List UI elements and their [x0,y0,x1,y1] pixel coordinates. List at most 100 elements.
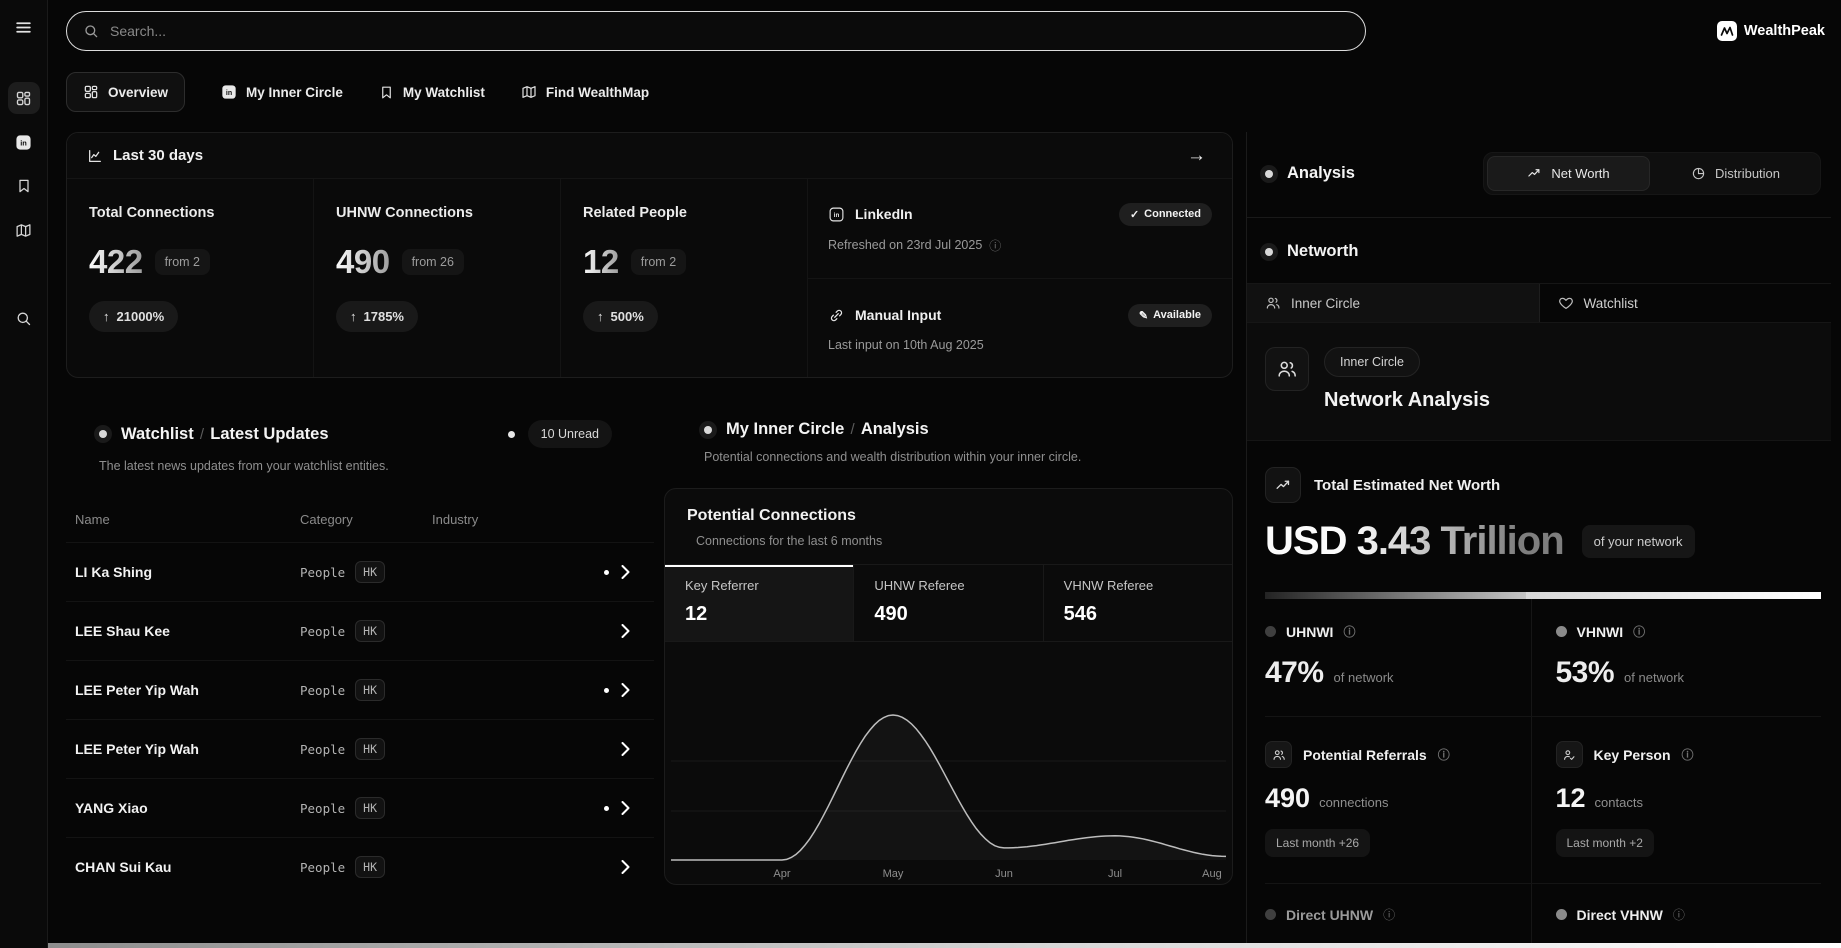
chevron-right-icon[interactable] [621,624,630,638]
info-icon[interactable]: ⓘ [989,237,1001,254]
bottom-edge-strip [48,943,1841,948]
metric-tab-vhnw-referee[interactable]: VHNW Referee 546 [1044,565,1232,641]
scope-badge: Inner Circle [1324,347,1420,377]
stat-change-pill: ↑ 500% [583,301,658,332]
metric-tabs: Key Referrer 12 UHNW Referee 490 VHNW Re… [665,564,1232,642]
search-bar[interactable] [66,11,1366,51]
svg-text:Jul: Jul [1108,868,1122,880]
search-input[interactable] [110,23,1349,39]
info-icon[interactable]: ⓘ [1343,623,1355,640]
linkedin-icon: in [221,84,237,100]
direct-vhnw-cell: Direct VHNW ⓘ [1530,884,1822,945]
potential-connections-card: Potential Connections Connections for th… [664,488,1233,885]
bookmark-icon [379,85,394,100]
stat-change-pill: ↑ 1785% [336,301,418,332]
tab-label: My Inner Circle [246,84,343,100]
direct-vhnw-label: Direct VHNW [1576,906,1663,923]
people-icon [1265,295,1281,311]
table-row[interactable]: LEE Peter Yip Wah People HK [66,660,654,719]
direct-uhnw-cell: Direct UHNW ⓘ [1265,884,1531,945]
info-icon[interactable]: ⓘ [1438,746,1450,763]
bookmark-icon [16,178,32,194]
stat-from-chip: from 26 [401,249,464,275]
menu-icon[interactable] [9,12,39,42]
stat-uhnw-connections: UHNW Connections 490 from 26 ↑ 1785% [314,179,561,377]
sidebar-item-overview[interactable] [7,82,40,114]
info-icon[interactable]: ⓘ [1633,623,1645,640]
uhnwi-dot [1265,626,1276,637]
section-title: Watchlist / Latest Updates [121,424,329,443]
toggle-distribution[interactable]: Distribution [1654,156,1817,191]
stat-change-pill: ↑ 21000% [89,301,179,332]
section-bullet [1265,247,1273,256]
inner-circle-section: My Inner Circle / Analysis Potential con… [664,420,1233,948]
section-bullet [1265,169,1273,178]
scope-tab-watchlist[interactable]: Watchlist [1540,284,1832,322]
edit-icon: ✎ [1138,309,1149,322]
wealth-split-bar [1265,592,1821,599]
chevron-right-icon[interactable] [621,801,630,815]
kpi-delta-badge: Last month +2 [1555,829,1654,857]
sidebar-item-search[interactable] [8,302,40,334]
direct-vhnw-dot [1555,909,1567,920]
check-icon: ✓ [1129,208,1140,221]
scope-tab-inner-circle[interactable]: Inner Circle [1247,284,1540,322]
unread-count-badge: 10 Unread [527,420,612,448]
chevron-right-icon[interactable] [621,742,630,756]
info-icon[interactable]: ⓘ [1673,906,1685,923]
sidebar-item-wealthmap[interactable] [8,214,40,246]
analysis-title: Analysis [1287,164,1355,182]
table-header: Name Category Industry [66,497,654,542]
networth-title: Networth [1287,242,1359,260]
arrow-right-icon[interactable]: → [1187,146,1206,165]
section-subtitle: Potential connections and wealth distrib… [704,450,1082,464]
stat-label: UHNW Connections [336,205,473,221]
tab-overview[interactable]: Overview [66,72,186,112]
tab-my-inner-circle[interactable]: in My Inner Circle [221,84,343,100]
metric-tab-key-referrer[interactable]: Key Referrer 12 [665,565,855,641]
source-linkedin: in LinkedIn ✓ Connected Refreshed on 23rd… [808,179,1232,279]
heart-icon [1558,295,1574,311]
map-icon [15,222,32,239]
kpi-row: Potential Referrals ⓘ 490 connections La… [1265,717,1821,884]
potential-referrals-cell: Potential Referrals ⓘ 490 connections La… [1265,717,1531,883]
stat-related-people: Related People 12 from 2 ↑ 500% [561,179,808,377]
metric-tab-uhnw-referee[interactable]: UHNW Referee 490 [854,565,1044,641]
chevron-right-icon[interactable] [621,860,630,874]
stat-from-chip: from 2 [630,249,687,275]
source-label: LinkedIn [855,206,913,223]
info-icon[interactable]: ⓘ [1682,746,1694,763]
tab-find-wealthmap[interactable]: Find WealthMap [521,84,649,100]
toggle-net-worth[interactable]: Net Worth [1487,156,1650,191]
info-icon[interactable]: ⓘ [1383,906,1395,923]
table-row[interactable]: LI Ka Shing People HK [66,542,654,601]
linkedin-icon: in [15,134,32,151]
table-row[interactable]: LEE Peter Yip Wah People HK [66,719,654,778]
total-networth-block: Total Estimated Net Worth USD 3.43 Trill… [1265,441,1821,599]
activity-chart-icon [87,148,103,164]
brand-logo: WealthPeak [1716,21,1831,41]
table-row[interactable]: LEE Shau Kee People HK [66,601,654,660]
tab-label: Overview [108,84,169,100]
search-icon [15,310,32,327]
grid-icon [83,84,99,100]
topbar: WealthPeak [66,8,1831,54]
sidebar-item-watchlist[interactable] [8,170,40,202]
wealthpeak-logo-icon [1716,21,1737,41]
kpi-label: Key Person [1593,746,1671,763]
sidebar-item-inner-circle[interactable]: in [8,126,40,158]
map-icon [521,84,537,100]
networth-label: Total Estimated Net Worth [1314,476,1501,494]
vhnwi-label: VHNWI [1576,623,1624,640]
table-row[interactable]: CHAN Sui Kau People HK [66,837,654,896]
source-label: Manual Input [855,307,942,324]
region-chip: HK [355,797,386,819]
chevron-right-icon[interactable] [621,683,630,697]
tab-my-watchlist[interactable]: My Watchlist [379,85,485,100]
uhnwi-percent: 47% [1265,656,1324,689]
stat-label: Total Connections [89,205,215,221]
table-row[interactable]: YANG Xiao People HK [66,778,654,837]
section-subtitle: The latest news updates from your watchl… [99,459,389,473]
chevron-right-icon[interactable] [621,565,630,579]
region-chip: HK [355,856,386,878]
